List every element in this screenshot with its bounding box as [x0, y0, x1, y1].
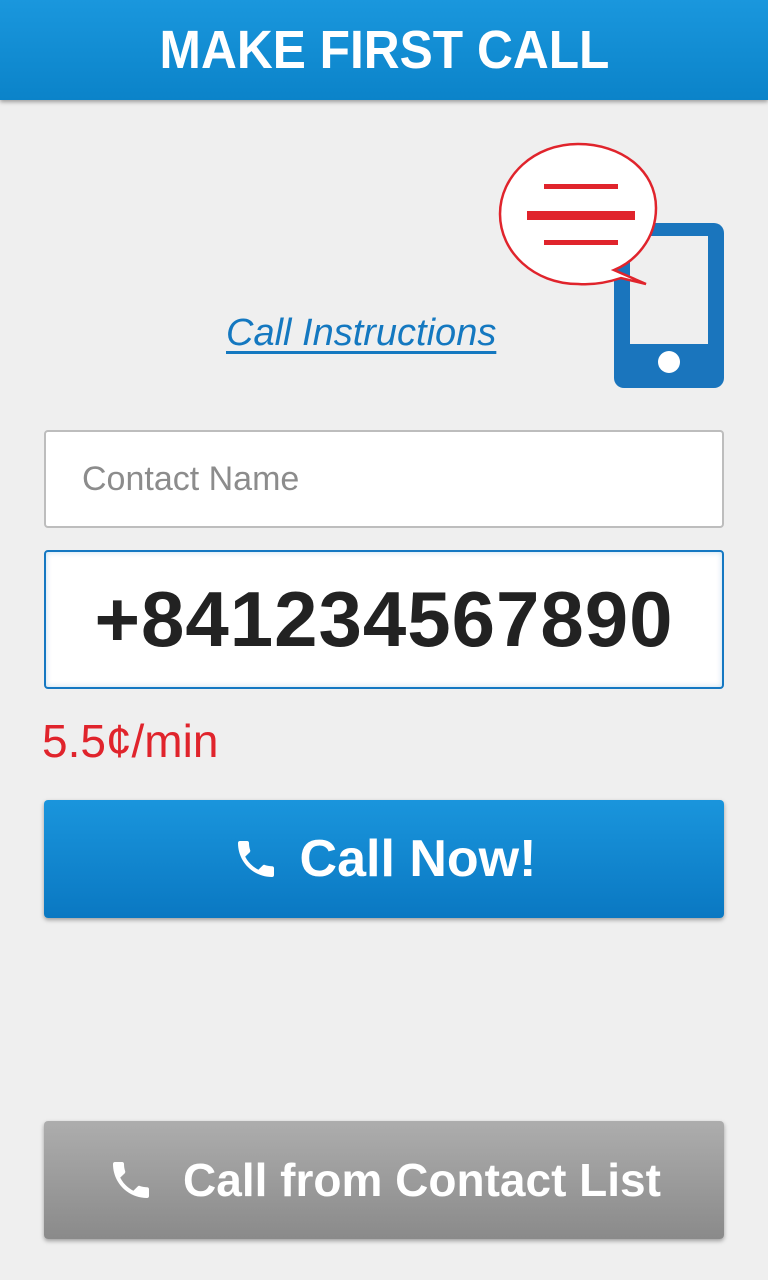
phone-icon: [107, 1156, 155, 1204]
page-title: MAKE FIRST CALL: [159, 20, 609, 80]
phone-icon: [232, 835, 280, 883]
phone-number-value: +841234567890: [94, 575, 674, 663]
call-now-label: Call Now!: [299, 830, 537, 888]
call-from-contact-list-button[interactable]: Call from Contact List: [44, 1121, 724, 1239]
contact-name-field[interactable]: [44, 430, 724, 528]
phone-number-field[interactable]: +841234567890: [44, 550, 724, 689]
contact-name-input[interactable]: [46, 432, 722, 526]
app-header: MAKE FIRST CALL: [0, 0, 768, 100]
call-instructions-link[interactable]: Call Instructions: [226, 312, 496, 355]
phone-chat-bubble-icon: [496, 140, 728, 392]
call-now-button[interactable]: Call Now!: [44, 800, 724, 918]
call-from-contact-list-label: Call from Contact List: [183, 1154, 661, 1206]
call-rate: 5.5¢/min: [42, 715, 219, 767]
